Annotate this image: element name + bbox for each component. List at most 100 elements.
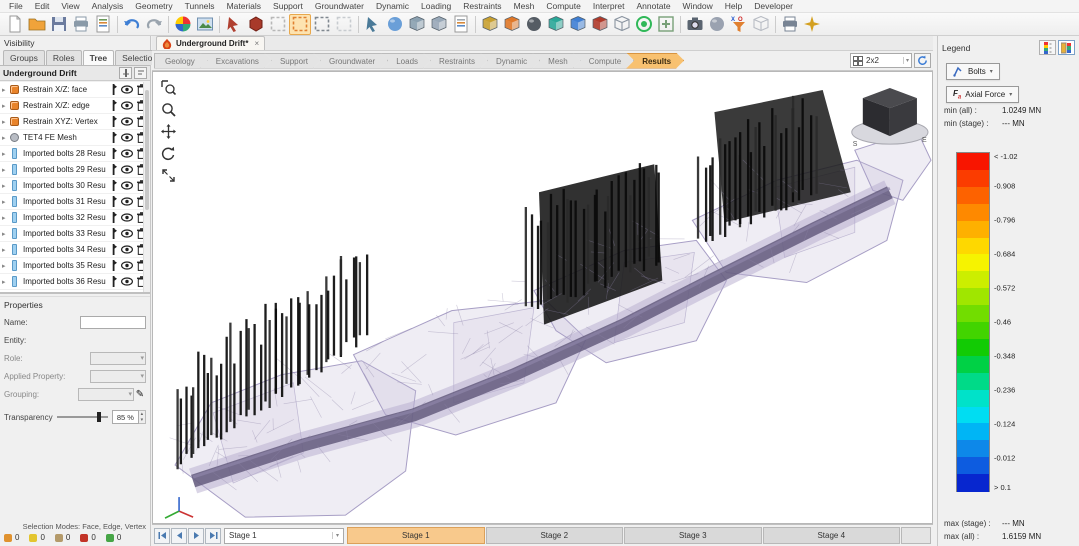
expand-icon[interactable]: ▸ — [2, 166, 10, 174]
visibility-eye-icon[interactable] — [120, 213, 134, 222]
camera-view-icon[interactable] — [684, 14, 706, 35]
filter-xo-icon[interactable]: XO — [728, 14, 750, 35]
visibility-eye-icon[interactable] — [120, 245, 134, 254]
expand-icon[interactable]: ▸ — [2, 198, 10, 206]
expand-icon[interactable]: ▸ — [2, 214, 10, 222]
pin-item-icon[interactable] — [106, 164, 120, 175]
visibility-eye-icon[interactable] — [120, 261, 134, 270]
tree-item[interactable]: ▸Imported bolts 36 Results — [0, 274, 150, 290]
print-layout-icon[interactable] — [779, 14, 801, 35]
workflow-tab-dynamic[interactable]: Dynamic — [480, 53, 540, 69]
export-model-icon[interactable] — [428, 14, 450, 35]
results-cube-icon[interactable] — [567, 14, 589, 35]
measure-tool-icon[interactable] — [362, 14, 384, 35]
menu-geometry[interactable]: Geometry — [129, 1, 178, 11]
copy-view-icon[interactable] — [450, 14, 472, 35]
visibility-eye-icon[interactable] — [120, 277, 134, 286]
menu-interpret[interactable]: Interpret — [587, 1, 631, 11]
viewport-3d[interactable]: S E — [152, 71, 933, 524]
shell-tool-icon[interactable] — [706, 14, 728, 35]
menu-help[interactable]: Help — [719, 1, 748, 11]
pin-item-icon[interactable] — [106, 148, 120, 159]
import-model-icon[interactable] — [406, 14, 428, 35]
pin-item-icon[interactable] — [106, 244, 120, 255]
redo-icon[interactable] — [143, 14, 165, 35]
menu-restraints[interactable]: Restraints — [457, 1, 507, 11]
visibility-eye-icon[interactable] — [120, 117, 134, 126]
magic-wand-icon[interactable] — [801, 14, 823, 35]
workflow-tab-support[interactable]: Support — [264, 53, 321, 69]
expand-icon[interactable]: ▸ — [2, 230, 10, 238]
menu-compute[interactable]: Compute — [540, 1, 587, 11]
menu-dynamic[interactable]: Dynamic — [370, 1, 415, 11]
menu-materials[interactable]: Materials — [221, 1, 267, 11]
next-stage-button[interactable] — [188, 528, 204, 544]
tree-item[interactable]: ▸Imported bolts 31 Results — [0, 194, 150, 210]
expand-icon[interactable]: ▸ — [2, 182, 10, 190]
workflow-tab-geology[interactable]: Geology — [154, 53, 208, 69]
tree-item[interactable]: ▸Imported bolts 29 Results — [0, 162, 150, 178]
undo-icon[interactable] — [121, 14, 143, 35]
expand-icon[interactable]: ▸ — [2, 134, 10, 142]
zoom-button[interactable] — [159, 100, 178, 119]
box-select-lock-icon[interactable] — [311, 14, 333, 35]
menu-tunnels[interactable]: Tunnels — [179, 1, 221, 11]
visibility-tab-tree[interactable]: Tree — [83, 50, 115, 65]
menu-file[interactable]: File — [3, 1, 29, 11]
view-cube[interactable]: S E — [852, 88, 928, 148]
visibility-eye-icon[interactable] — [120, 165, 134, 174]
role-select[interactable] — [90, 352, 146, 365]
add-stage-icon[interactable] — [655, 14, 677, 35]
pin-item-icon[interactable] — [106, 100, 120, 111]
workflow-tab-restraints[interactable]: Restraints — [423, 53, 488, 69]
menu-support[interactable]: Support — [267, 1, 309, 11]
stage-overflow-button[interactable] — [901, 527, 931, 544]
workflow-tab-compute[interactable]: Compute — [573, 53, 634, 69]
contour-options-button[interactable] — [1039, 40, 1056, 55]
visibility-eye-icon[interactable] — [120, 229, 134, 238]
pin-item-icon[interactable] — [106, 276, 120, 287]
dark-sphere-icon[interactable] — [523, 14, 545, 35]
orbit-view-icon[interactable] — [384, 14, 406, 35]
pin-item-icon[interactable] — [106, 228, 120, 239]
tree-item[interactable]: ▸Imported bolts 34 Results — [0, 242, 150, 258]
new-file-icon[interactable] — [4, 14, 26, 35]
expand-icon[interactable]: ▸ — [2, 86, 10, 94]
line-snap-icon[interactable] — [267, 14, 289, 35]
color-wheel-icon[interactable] — [172, 14, 194, 35]
stage-tab-stage-4[interactable]: Stage 4 — [763, 527, 901, 544]
close-tab-icon[interactable]: × — [252, 39, 259, 48]
collapse-all-button[interactable] — [134, 67, 147, 79]
edit-select-icon[interactable] — [223, 14, 245, 35]
visibility-eye-icon[interactable] — [120, 149, 134, 158]
visibility-eye-icon[interactable] — [120, 85, 134, 94]
contour-target-icon[interactable] — [633, 14, 655, 35]
stage-tab-stage-2[interactable]: Stage 2 — [486, 527, 624, 544]
view-layout-select[interactable]: 2x2 ▾ — [850, 53, 912, 68]
tree-item[interactable]: ▸Imported bolts 28 Results — [0, 146, 150, 162]
pin-item-icon[interactable] — [106, 84, 120, 95]
tree-item[interactable]: ▸Imported bolts 32 Results — [0, 210, 150, 226]
pin-item-icon[interactable] — [106, 212, 120, 223]
expand-icon[interactable]: ▸ — [2, 150, 10, 158]
visibility-tab-roles[interactable]: Roles — [46, 50, 82, 65]
menu-annotate[interactable]: Annotate — [631, 1, 677, 11]
transparency-slider-handle[interactable] — [97, 412, 101, 422]
rotate-button[interactable] — [159, 144, 178, 163]
transparency-slider[interactable] — [57, 416, 108, 418]
stage-tab-stage-3[interactable]: Stage 3 — [624, 527, 762, 544]
pin-item-icon[interactable] — [106, 116, 120, 127]
tree-item[interactable]: ▸Restrain X/Z: face — [0, 82, 150, 98]
visibility-eye-icon[interactable] — [120, 101, 134, 110]
box-select-off-icon[interactable] — [333, 14, 355, 35]
last-stage-button[interactable] — [205, 528, 221, 544]
menu-edit[interactable]: Edit — [29, 1, 56, 11]
pin-item-icon[interactable] — [106, 180, 120, 191]
menu-analysis[interactable]: Analysis — [86, 1, 130, 11]
previous-stage-button[interactable] — [171, 528, 187, 544]
stage-tab-stage-1[interactable]: Stage 1 — [347, 527, 485, 544]
visibility-eye-icon[interactable] — [120, 181, 134, 190]
tree-item[interactable]: ▸Restrain X/Z: edge — [0, 98, 150, 114]
window-select-icon[interactable] — [289, 14, 311, 35]
excavate-box-icon[interactable] — [501, 14, 523, 35]
